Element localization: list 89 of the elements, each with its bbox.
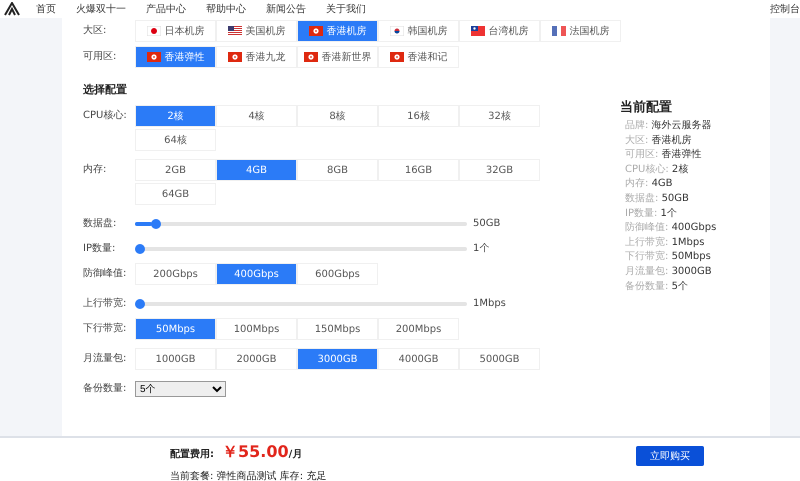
option-button[interactable]: 香港弹性 [135, 46, 216, 68]
slider-thumb[interactable] [151, 219, 162, 229]
nav-link[interactable]: 帮助中心 [206, 2, 246, 16]
summary-line: 数据盘: 50GB [624, 192, 690, 206]
flag-icon [308, 26, 322, 36]
option-button[interactable]: 韩国机房 [378, 20, 459, 42]
option-button[interactable]: 64GB [135, 183, 216, 205]
option-button[interactable]: 香港九龙 [216, 46, 297, 68]
option-button[interactable]: 400Gbps [216, 263, 297, 285]
option-button[interactable]: 香港新世界 [297, 46, 378, 68]
option-button[interactable]: 台湾机房 [459, 20, 540, 42]
field-label: IP数量: [83, 242, 116, 256]
option-button[interactable]: 32核 [459, 105, 540, 127]
summary-title: 当前配置 [620, 99, 673, 116]
summary-line: 内存: 4GB [624, 177, 674, 192]
option-button[interactable]: 200Gbps [135, 263, 216, 285]
slider-thumb[interactable] [135, 244, 145, 254]
summary-line: 下行带宽: 50Mbps [624, 250, 712, 264]
option-button[interactable]: 4GB [216, 159, 297, 181]
option-button[interactable]: 8核 [297, 105, 378, 127]
backup-count-select[interactable]: 5个 [135, 381, 226, 397]
summary-line: 上行带宽: 1Mbps [624, 236, 706, 250]
section-title: 选择配置 [83, 82, 128, 97]
field-label: 大区: [83, 24, 108, 38]
option-button[interactable]: 150Mbps [297, 318, 378, 340]
option-button[interactable]: 600Gbps [297, 263, 378, 285]
summary-line: IP数量: 1个 [624, 206, 678, 221]
option-button[interactable]: 香港机房 [297, 20, 378, 42]
slider-value: 1个 [473, 242, 490, 256]
option-button[interactable]: 3000GB [297, 348, 378, 370]
price: ￥55.00 [222, 442, 289, 463]
package-info: 当前套餐: 弹性商品测试 库存: 充足 [170, 470, 328, 481]
flag-icon [552, 26, 566, 36]
summary-line: 品牌: 海外云服务器 [624, 119, 713, 133]
slider-value: 50GB [473, 217, 500, 231]
option-button[interactable]: 16GB [378, 159, 459, 181]
option-button[interactable]: 4核 [216, 105, 297, 127]
buy-button[interactable]: 立即购买 [636, 446, 704, 466]
nav-link[interactable]: 控制台 [770, 2, 800, 16]
nav-link[interactable]: 首页 [36, 2, 56, 16]
flag-icon [390, 52, 404, 62]
option-button[interactable]: 16核 [378, 105, 459, 127]
option-button[interactable]: 2核 [135, 105, 216, 127]
option-button[interactable]: 2GB [135, 159, 216, 181]
field-label: 数据盘: [83, 217, 118, 231]
nav-link[interactable]: 火爆双十一 [76, 2, 126, 16]
option-button[interactable]: 1000GB [135, 348, 216, 370]
option-button[interactable]: 4000GB [378, 348, 459, 370]
price-label: 配置费用: [170, 448, 214, 461]
option-button[interactable]: 法国机房 [540, 20, 621, 42]
field-label: 备份数量: [83, 382, 128, 396]
flag-icon [228, 26, 242, 36]
field-label: 内存: [83, 162, 108, 177]
option-button[interactable]: 2000GB [216, 348, 297, 370]
field-label: 可用区: [83, 50, 118, 64]
field-label: 下行带宽: [83, 322, 128, 336]
slider-value: 1Mbps [473, 297, 506, 311]
nav-link[interactable]: 关于我们 [326, 2, 366, 16]
option-button[interactable]: 美国机房 [216, 20, 297, 42]
field-label: 上行带宽: [83, 296, 128, 311]
price-unit: /月 [288, 448, 302, 461]
summary-line: 月流量包: 3000GB [624, 264, 713, 279]
summary-line: 防御峰值: 400Gbps [624, 221, 716, 236]
field-label: CPU核心: [83, 108, 128, 123]
option-button[interactable]: 32GB [459, 159, 540, 181]
summary-line: CPU核心: 2核 [624, 162, 690, 177]
option-button[interactable]: 香港和记 [378, 46, 459, 68]
field-label: 月流量包: [83, 352, 128, 366]
option-button[interactable]: 200Mbps [378, 318, 459, 340]
option-button[interactable]: 100Mbps [216, 318, 297, 340]
option-button[interactable]: 8GB [297, 159, 378, 181]
flag-icon [228, 52, 242, 62]
flag-icon [470, 26, 484, 36]
summary-line: 备份数量: 5个 [624, 280, 689, 294]
option-button[interactable]: 50Mbps [135, 318, 216, 340]
option-button[interactable]: 5000GB [459, 348, 540, 370]
summary-line: 大区: 香港机房 [624, 134, 693, 148]
nav-link[interactable]: 新闻公告 [266, 2, 306, 16]
flag-icon [146, 52, 160, 62]
logo-icon [4, 2, 20, 16]
flag-icon [390, 26, 404, 36]
option-button[interactable]: 64核 [135, 129, 216, 151]
nav-link[interactable]: 产品中心 [146, 2, 186, 16]
flag-icon [304, 52, 318, 62]
flag-icon [146, 26, 160, 36]
field-label: 防御峰值: [83, 266, 128, 281]
option-button[interactable]: 日本机房 [135, 20, 216, 42]
summary-line: 可用区: 香港弹性 [624, 148, 703, 162]
slider-thumb[interactable] [135, 299, 145, 309]
